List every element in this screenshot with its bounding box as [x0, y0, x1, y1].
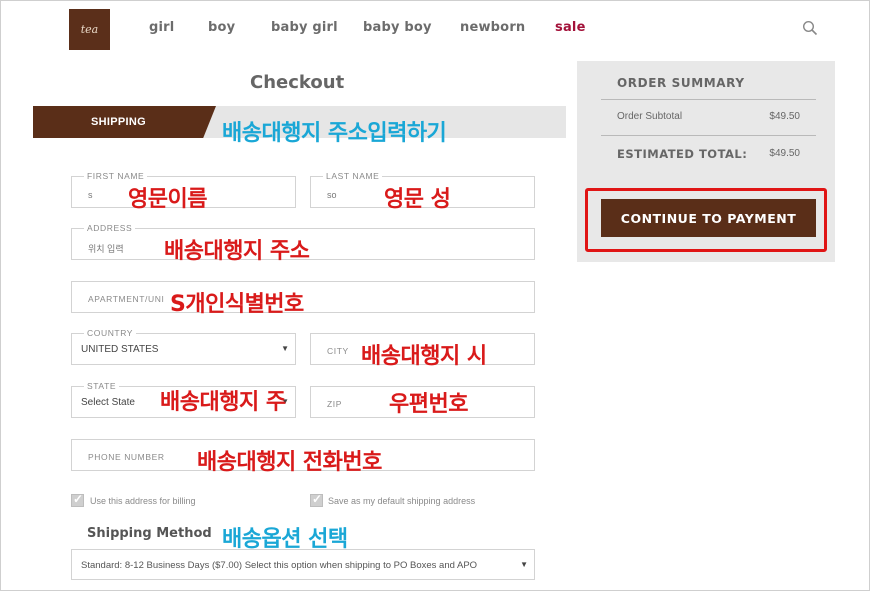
nav-item-baby-boy[interactable]: baby boy — [363, 20, 432, 35]
annotation-last-name: 영문 성 — [384, 187, 451, 212]
annotation-phone: 배송대행지 전화번호 — [197, 450, 382, 475]
nav-item-boy[interactable]: boy — [208, 20, 235, 35]
apartment-placeholder: APARTMENT/UNI — [88, 294, 165, 304]
shipping-method-heading: Shipping Method — [87, 526, 212, 541]
summary-divider — [601, 99, 816, 100]
tab-shipping[interactable]: SHIPPING — [33, 106, 216, 138]
city-placeholder: CITY — [327, 346, 349, 356]
tab-shipping-label: SHIPPING — [91, 116, 146, 128]
annotation-apartment: S개인식별번호 — [170, 292, 304, 317]
chevron-down-icon: ▼ — [518, 560, 528, 569]
last-name-label: LAST NAME — [323, 171, 383, 181]
shipping-method-value: Standard: 8-12 Business Days ($7.00) Sel… — [81, 560, 478, 571]
first-name-value: s — [88, 190, 93, 200]
billing-checkbox-label: Use this address for billing — [90, 496, 196, 506]
estimated-total-label: ESTIMATED TOTAL: — [617, 147, 748, 161]
annotation-zip: 우편번호 — [389, 392, 468, 417]
chevron-down-icon: ▼ — [281, 344, 289, 353]
state-value: Select State — [81, 397, 135, 408]
nav-item-baby-girl[interactable]: baby girl — [271, 20, 338, 35]
nav-item-girl[interactable]: girl — [149, 20, 174, 35]
default-address-checkbox-label: Save as my default shipping address — [328, 496, 476, 506]
zip-placeholder: ZIP — [327, 399, 343, 409]
address-label: ADDRESS — [84, 223, 136, 233]
default-address-checkbox[interactable] — [310, 492, 323, 507]
country-label: COUNTRY — [84, 328, 137, 338]
annotation-address: 배송대행지 주소 — [164, 239, 310, 264]
phone-placeholder: PHONE NUMBER — [88, 452, 165, 462]
continue-to-payment-button[interactable]: CONTINUE TO PAYMENT — [601, 199, 816, 237]
summary-divider — [601, 135, 816, 136]
last-name-value: so — [327, 190, 337, 200]
annotation-state: 배송대행지 주 — [160, 390, 286, 415]
country-value: UNITED STATES — [81, 344, 159, 355]
brand-logo[interactable]: tea — [69, 9, 110, 50]
first-name-label: FIRST NAME — [84, 171, 148, 181]
page-title: Checkout — [250, 72, 345, 93]
address-value: 위치 입력 — [88, 244, 124, 254]
country-select[interactable]: COUNTRY UNITED STATES ▼ — [71, 328, 296, 365]
estimated-total-value: $49.50 — [769, 148, 800, 159]
nav-item-newborn[interactable]: newborn — [460, 20, 525, 35]
order-summary-title: ORDER SUMMARY — [617, 76, 745, 90]
subtotal-label: Order Subtotal — [617, 111, 683, 122]
shipping-method-select[interactable]: Standard: 8-12 Business Days ($7.00) Sel… — [71, 549, 535, 580]
annotation-shipping-address: 배송대행지 주소입력하기 — [222, 121, 447, 146]
annotation-city: 배송대행지 시 — [361, 344, 487, 369]
subtotal-value: $49.50 — [769, 111, 800, 122]
search-icon[interactable] — [802, 20, 818, 36]
nav-item-sale[interactable]: sale — [555, 20, 586, 35]
logo-text: tea — [80, 23, 99, 36]
billing-checkbox[interactable] — [71, 492, 84, 507]
state-label: STATE — [84, 381, 120, 391]
annotation-first-name: 영문이름 — [128, 187, 207, 212]
